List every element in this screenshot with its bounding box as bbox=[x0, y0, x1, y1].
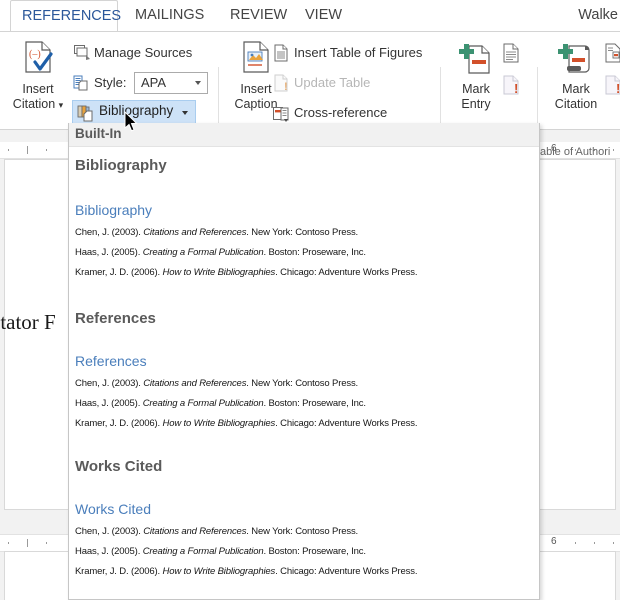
gallery-item-preview-entry: Kramer, J. D. (2006). How to Write Bibli… bbox=[75, 566, 418, 577]
insert-index-icon bbox=[503, 43, 519, 63]
chevron-down-icon bbox=[195, 81, 201, 85]
svg-text:!: ! bbox=[514, 81, 518, 96]
mark-entry-icon bbox=[459, 44, 490, 74]
cross-reference-label: Cross-reference bbox=[294, 105, 388, 120]
mark-citation-label-line1: Mark bbox=[562, 82, 590, 96]
svg-text:!: ! bbox=[616, 81, 620, 96]
style-dropdown[interactable]: APA bbox=[134, 72, 208, 94]
cross-reference-button[interactable]: Cross-reference bbox=[270, 102, 387, 124]
gallery-item-preview-entry: Chen, J. (2003). Citations and Reference… bbox=[75, 227, 359, 238]
account-name[interactable]: Walke bbox=[578, 0, 618, 31]
insert-citation-icon: (–) bbox=[25, 41, 53, 73]
ruler-tick bbox=[46, 149, 47, 151]
insert-table-of-figures-label: Insert Table of Figures bbox=[294, 45, 423, 60]
gallery-section-header-label: Built-In bbox=[75, 126, 122, 141]
style-icon bbox=[73, 75, 88, 91]
bibliography-icon bbox=[77, 105, 93, 122]
ruler-tick bbox=[46, 542, 47, 544]
insert-citation-label-line1: Insert bbox=[22, 82, 54, 96]
update-table-authorities-button[interactable]: ! bbox=[602, 74, 620, 101]
mark-citation-button[interactable]: Mark Citation bbox=[546, 40, 606, 112]
ruler-tick bbox=[27, 539, 28, 547]
mark-citation-label-line2: Citation bbox=[554, 97, 598, 111]
gallery-item-bibliography[interactable]: Bibliography Bibliography Chen, J. (2003… bbox=[69, 148, 539, 305]
svg-text:!: ! bbox=[284, 81, 288, 93]
mark-entry-button[interactable]: Mark Entry bbox=[448, 40, 504, 112]
tab-review[interactable]: REVIEW bbox=[219, 0, 298, 31]
insert-table-of-authorities-button[interactable] bbox=[602, 42, 620, 69]
insert-index-button[interactable] bbox=[500, 42, 522, 69]
style-label-group: Style: bbox=[72, 72, 127, 94]
ribbon-tabs: REFERENCES MAILINGS REVIEW VIEW Walke bbox=[0, 0, 620, 31]
gallery-item-preview-entry: Chen, J. (2003). Citations and Reference… bbox=[75, 378, 359, 389]
insert-citation-button[interactable]: (–) Insert Citation ▾ bbox=[6, 40, 70, 113]
ruler-tick bbox=[613, 542, 614, 544]
table-of-figures-icon bbox=[274, 44, 288, 62]
chevron-down-icon bbox=[182, 111, 188, 115]
update-table-icon: ! bbox=[274, 74, 288, 93]
ruler-tick bbox=[8, 542, 9, 544]
gallery-item-preview-heading: Works Cited bbox=[75, 501, 151, 517]
gallery-item-preview-heading: References bbox=[75, 353, 147, 369]
gallery-item-preview-entry: Chen, J. (2003). Citations and Reference… bbox=[75, 526, 359, 537]
ruler-tick bbox=[27, 146, 28, 154]
mark-entry-label-line2: Entry bbox=[461, 97, 491, 111]
ruler-tick bbox=[575, 542, 576, 544]
tab-view[interactable]: VIEW bbox=[294, 0, 353, 31]
manage-sources-button[interactable]: Manage Sources bbox=[72, 42, 192, 64]
ruler-tick bbox=[594, 542, 595, 544]
gallery-section-header: Built-In bbox=[69, 123, 539, 147]
cross-reference-icon bbox=[273, 107, 289, 122]
gallery-item-title: Bibliography bbox=[75, 157, 167, 174]
mark-citation-icon bbox=[558, 44, 590, 73]
svg-text:(–): (–) bbox=[29, 49, 41, 60]
style-value: APA bbox=[141, 75, 167, 90]
gallery-item-title: Works Cited bbox=[75, 458, 163, 475]
gallery-item-preview-entry: Kramer, J. D. (2006). How to Write Bibli… bbox=[75, 267, 418, 278]
update-table-authorities-icon: ! bbox=[605, 75, 620, 96]
gallery-item-preview-entry: Haas, J. (2005). Creating a Formal Publi… bbox=[75, 247, 366, 258]
gallery-item-works-cited[interactable]: Works Cited Works Cited Chen, J. (2003).… bbox=[69, 453, 539, 599]
update-index-icon: ! bbox=[503, 75, 519, 96]
gallery-item-preview-entry: Haas, J. (2005). Creating a Formal Publi… bbox=[75, 398, 366, 409]
gallery-item-title: References bbox=[75, 310, 156, 327]
ruler-tick bbox=[8, 149, 9, 151]
update-table-label: Update Table bbox=[294, 75, 371, 90]
ruler-tick bbox=[613, 149, 614, 151]
gallery-item-references[interactable]: References References Chen, J. (2003). C… bbox=[69, 305, 539, 453]
gallery-item-preview-entry: Haas, J. (2005). Creating a Formal Publi… bbox=[75, 546, 366, 557]
style-label: Style: bbox=[94, 75, 127, 90]
gallery-items: Bibliography Bibliography Chen, J. (2003… bbox=[69, 148, 539, 599]
tab-mailings[interactable]: MAILINGS bbox=[124, 0, 215, 31]
bibliography-gallery-dropdown[interactable]: Built-In Bibliography Bibliography Chen,… bbox=[68, 123, 540, 600]
tab-references[interactable]: REFERENCES bbox=[10, 0, 121, 31]
mouse-cursor bbox=[124, 110, 138, 133]
gallery-item-preview-heading: Bibliography bbox=[75, 202, 153, 218]
ruler-number-bottom: 6 bbox=[551, 536, 557, 547]
insert-citation-label-line2: Citation ▾ bbox=[12, 97, 64, 111]
manage-sources-label: Manage Sources bbox=[94, 45, 193, 60]
document-body-text: ctator F bbox=[0, 310, 56, 334]
insert-table-of-authorities-icon bbox=[605, 43, 620, 63]
manage-sources-icon bbox=[74, 45, 90, 60]
ribbon: (–) Insert Citation ▾ Manage Sources Sty… bbox=[0, 31, 620, 158]
update-index-button[interactable]: ! bbox=[500, 74, 522, 101]
group-label-authorities: able of Authori bbox=[540, 146, 611, 158]
insert-table-of-figures-button[interactable]: Insert Table of Figures bbox=[270, 42, 422, 64]
update-table-button[interactable]: ! Update Table bbox=[270, 72, 370, 94]
gallery-item-preview-entry: Kramer, J. D. (2006). How to Write Bibli… bbox=[75, 418, 418, 429]
insert-caption-icon bbox=[243, 41, 269, 73]
mark-entry-label-line1: Mark bbox=[462, 82, 490, 96]
